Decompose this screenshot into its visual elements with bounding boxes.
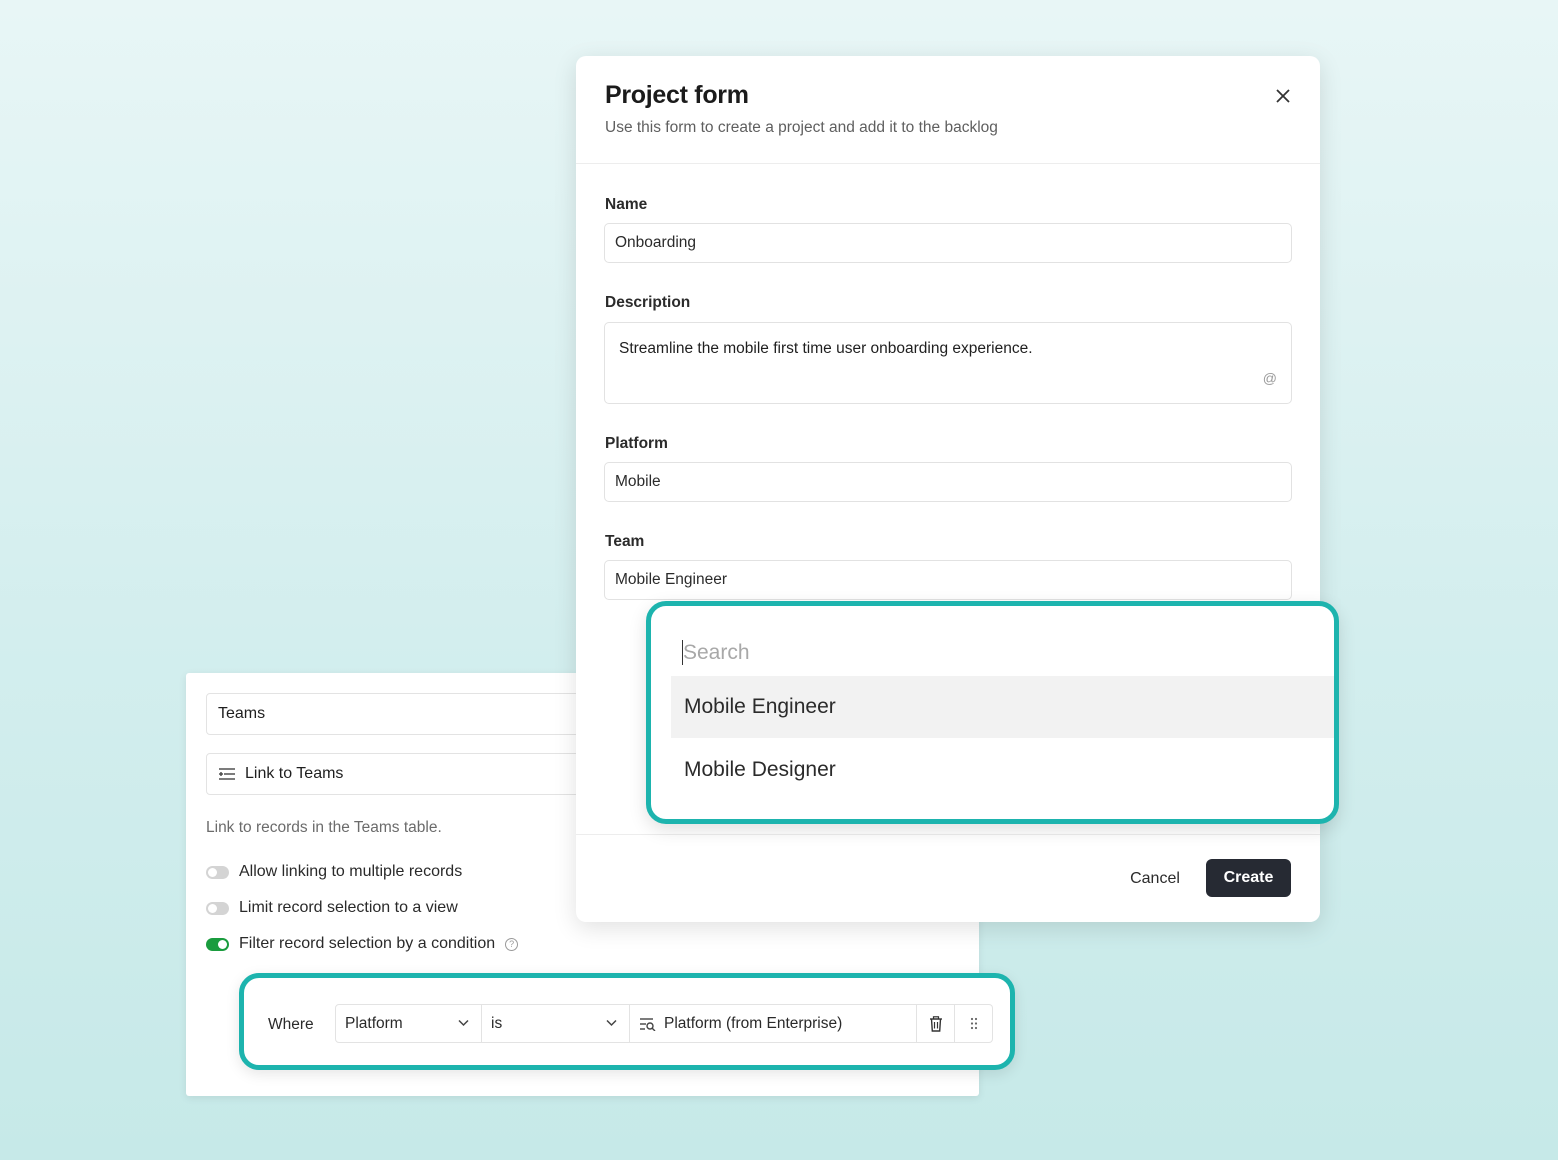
condition-value-text: Platform (from Enterprise) <box>664 1014 843 1032</box>
toggle-label-filter-condition: Filter record selection by a condition <box>239 935 496 952</box>
condition-operator-value: is <box>491 1014 503 1032</box>
footer-divider <box>576 834 1320 835</box>
team-input[interactable]: Mobile Engineer <box>604 560 1292 600</box>
description-label: Description <box>605 294 691 311</box>
field-type-label: Link to Teams <box>245 765 344 782</box>
link-records-icon <box>219 768 235 780</box>
field-type-select[interactable]: Link to Teams <box>206 753 586 795</box>
toggle-limit-view[interactable] <box>206 901 229 915</box>
dropdown-option-mobile-designer[interactable]: Mobile Designer <box>671 739 1334 801</box>
field-type-description: Link to records in the Teams table. <box>206 819 442 836</box>
header-divider <box>576 163 1320 164</box>
description-value: Streamline the mobile first time user on… <box>619 340 1033 357</box>
dialog-subtitle: Use this form to create a project and ad… <box>605 119 998 136</box>
lookup-field-icon <box>640 1017 656 1031</box>
drag-handle-icon <box>970 1017 977 1030</box>
mention-icon[interactable]: @ <box>1263 370 1277 386</box>
toggle-filter-condition[interactable] <box>206 937 229 951</box>
cancel-button[interactable]: Cancel <box>1115 861 1195 896</box>
create-button[interactable]: Create <box>1206 859 1291 897</box>
dropdown-option-mobile-engineer[interactable]: Mobile Engineer <box>671 676 1334 738</box>
condition-field-value: Platform <box>345 1014 403 1032</box>
filter-condition-bar: Where Platform is Platform (from Enterpr… <box>239 973 1015 1070</box>
toggle-row-limit-view[interactable]: Limit record selection to a view <box>206 899 458 917</box>
dropdown-search-input[interactable] <box>683 636 1283 670</box>
team-value: Mobile Engineer <box>615 571 728 588</box>
toggle-label-limit-view: Limit record selection to a view <box>239 899 458 916</box>
condition-operator-select[interactable]: is <box>482 1004 630 1043</box>
team-dropdown: Mobile Engineer Mobile Designer <box>646 601 1339 824</box>
drag-handle[interactable] <box>955 1004 993 1043</box>
close-button[interactable] <box>1273 86 1293 106</box>
platform-input[interactable]: Mobile <box>604 462 1292 502</box>
dialog-title: Project form <box>605 81 749 109</box>
field-name-input[interactable]: Teams <box>206 693 586 735</box>
help-icon[interactable]: ? <box>505 937 519 951</box>
condition-value-select[interactable]: Platform (from Enterprise) <box>630 1004 917 1043</box>
condition-field-select[interactable]: Platform <box>335 1004 482 1043</box>
toggle-row-multiple[interactable]: Allow linking to multiple records <box>206 863 462 881</box>
condition-where-label: Where <box>268 1016 314 1033</box>
name-label: Name <box>605 196 648 213</box>
platform-value: Mobile <box>615 473 661 490</box>
toggle-multiple-records[interactable] <box>206 865 229 879</box>
toggle-row-filter-condition[interactable]: Filter record selection by a condition ? <box>206 935 519 953</box>
name-input[interactable]: Onboarding <box>604 223 1292 263</box>
name-value: Onboarding <box>615 234 697 251</box>
team-label: Team <box>605 533 645 550</box>
trash-icon <box>929 1015 942 1032</box>
toggle-label-multiple: Allow linking to multiple records <box>239 863 463 880</box>
close-icon <box>1276 89 1290 103</box>
field-name-value: Teams <box>218 705 266 722</box>
chevron-down-icon <box>606 1019 617 1027</box>
description-textarea[interactable]: Streamline the mobile first time user on… <box>604 322 1292 404</box>
chevron-down-icon <box>458 1019 469 1027</box>
platform-label: Platform <box>605 435 668 452</box>
delete-condition-button[interactable] <box>917 1004 955 1043</box>
